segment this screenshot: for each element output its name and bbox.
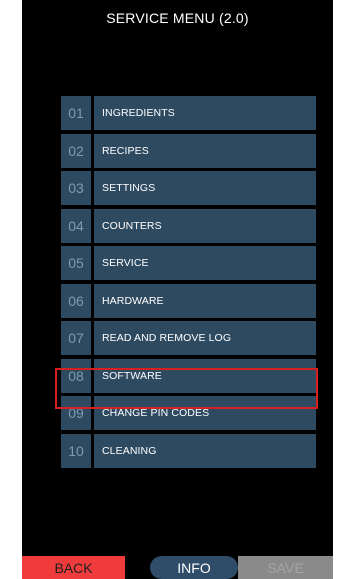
menu-item-software[interactable]: 08 SOFTWARE [61,358,316,393]
menu-item-number: 03 [61,171,91,205]
bottom-bar: BACK INFO SAVE [22,556,333,579]
menu-item-label: INGREDIENTS [94,96,316,130]
menu-item-label: RECIPES [94,133,316,168]
menu-item-settings[interactable]: 03 SETTINGS [61,171,316,205]
menu-item-label: SETTINGS [94,171,316,205]
menu-item-ingredients[interactable]: 01 INGREDIENTS [61,96,316,130]
menu-item-number: 10 [61,433,91,468]
service-screen: SERVICE MENU (2.0) 01 INGREDIENTS 02 REC… [22,0,333,579]
save-button[interactable]: SAVE [238,556,333,579]
menu-item-label: SERVICE [94,246,316,280]
menu-item-number: 02 [61,133,91,168]
menu-item-number: 07 [61,321,91,355]
menu-item-number: 09 [61,396,91,430]
service-menu: 01 INGREDIENTS 02 RECIPES 03 SETTINGS 04… [61,96,316,471]
menu-item-hardware[interactable]: 06 HARDWARE [61,283,316,318]
menu-item-label: CLEANING [94,433,316,468]
menu-item-recipes[interactable]: 02 RECIPES [61,133,316,168]
menu-item-number: 08 [61,358,91,393]
menu-item-label: HARDWARE [94,283,316,318]
info-button[interactable]: INFO [150,556,238,579]
menu-item-number: 04 [61,208,91,243]
menu-item-label: READ AND REMOVE LOG [94,321,316,355]
menu-item-number: 06 [61,283,91,318]
back-button[interactable]: BACK [22,556,125,579]
menu-item-label: CHANGE PIN CODES [94,396,316,430]
menu-item-counters[interactable]: 04 COUNTERS [61,208,316,243]
left-margin [0,0,22,579]
right-margin [333,0,356,579]
menu-item-read-and-remove-log[interactable]: 07 READ AND REMOVE LOG [61,321,316,355]
page-title: SERVICE MENU (2.0) [106,10,249,26]
menu-item-number: 01 [61,96,91,130]
menu-item-cleaning[interactable]: 10 CLEANING [61,433,316,468]
menu-item-label: SOFTWARE [94,358,316,393]
menu-item-service[interactable]: 05 SERVICE [61,246,316,280]
menu-item-number: 05 [61,246,91,280]
menu-item-label: COUNTERS [94,208,316,243]
menu-item-change-pin-codes[interactable]: 09 CHANGE PIN CODES [61,396,316,430]
